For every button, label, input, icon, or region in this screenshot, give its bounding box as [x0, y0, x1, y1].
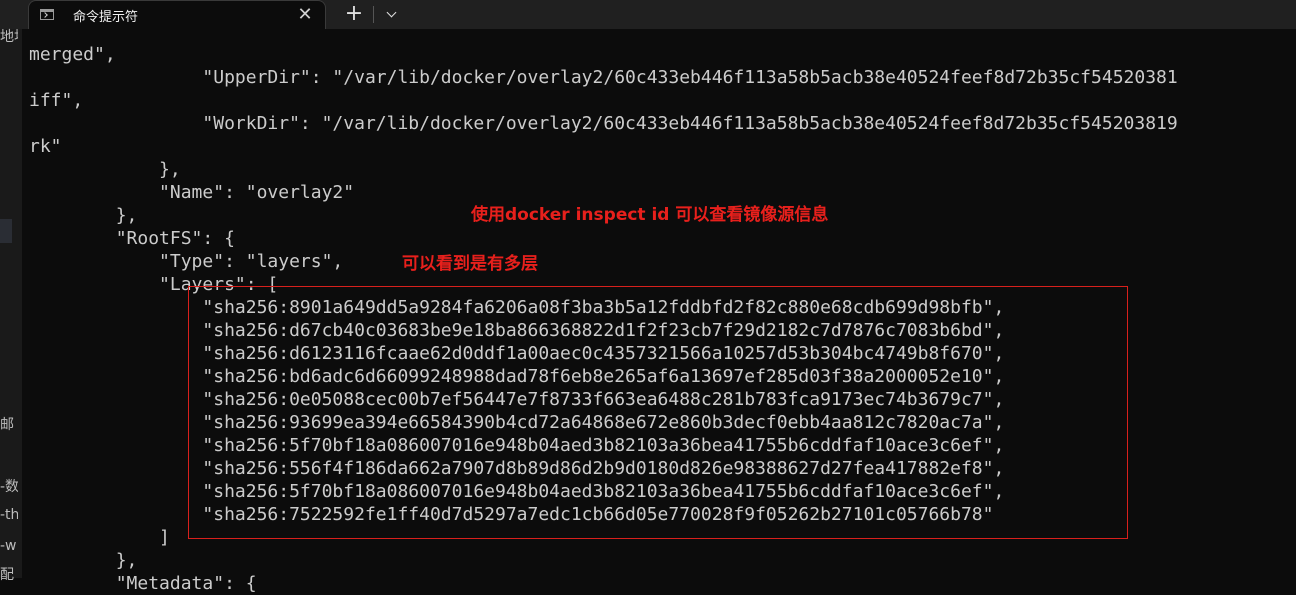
- terminal-line: "Metadata": {: [29, 573, 257, 594]
- background-text: 地址: [0, 29, 18, 45]
- tab-title: 命令提示符: [73, 10, 139, 25]
- terminal-line: "WorkDir": "/var/lib/docker/overlay2/60c…: [29, 113, 1178, 134]
- close-tab-button[interactable]: ✕: [295, 3, 315, 27]
- tab-separator: [373, 6, 374, 23]
- background-text: 邮: [0, 417, 14, 433]
- tab-command-prompt[interactable]: 命令提示符 ✕: [28, 0, 326, 29]
- chevron-down-icon[interactable]: [382, 1, 402, 27]
- terminal-line: rk": [29, 136, 62, 157]
- terminal-line: },: [29, 550, 138, 571]
- terminal-icon: [40, 9, 54, 20]
- terminal-line: },: [29, 205, 138, 226]
- background-text: -w: [0, 538, 17, 554]
- layers-annotation: 可以看到是有多层: [402, 254, 538, 274]
- new-tab-button[interactable]: +: [341, 1, 367, 27]
- terminal-line: merged",: [29, 44, 116, 65]
- terminal-line: "Name": "overlay2": [29, 182, 355, 203]
- background-text: -th: [0, 507, 18, 523]
- background-text: 配: [0, 567, 14, 583]
- terminal-line: iff",: [29, 90, 84, 111]
- terminal-line: "RootFS": {: [29, 228, 235, 249]
- title-bar: 命令提示符 ✕ +: [0, 0, 1296, 29]
- terminal-line: "UpperDir": "/var/lib/docker/overlay2/60…: [29, 67, 1178, 88]
- inspect-annotation: 使用docker inspect id 可以查看镜像源信息: [471, 205, 829, 225]
- layers-highlight-box: [188, 286, 1128, 539]
- background-text: -数: [0, 479, 18, 495]
- terminal-line: ]: [29, 527, 170, 548]
- terminal-line: "Type": "layers",: [29, 251, 344, 272]
- terminal-line: },: [29, 159, 181, 180]
- background-window-marker: [0, 219, 12, 243]
